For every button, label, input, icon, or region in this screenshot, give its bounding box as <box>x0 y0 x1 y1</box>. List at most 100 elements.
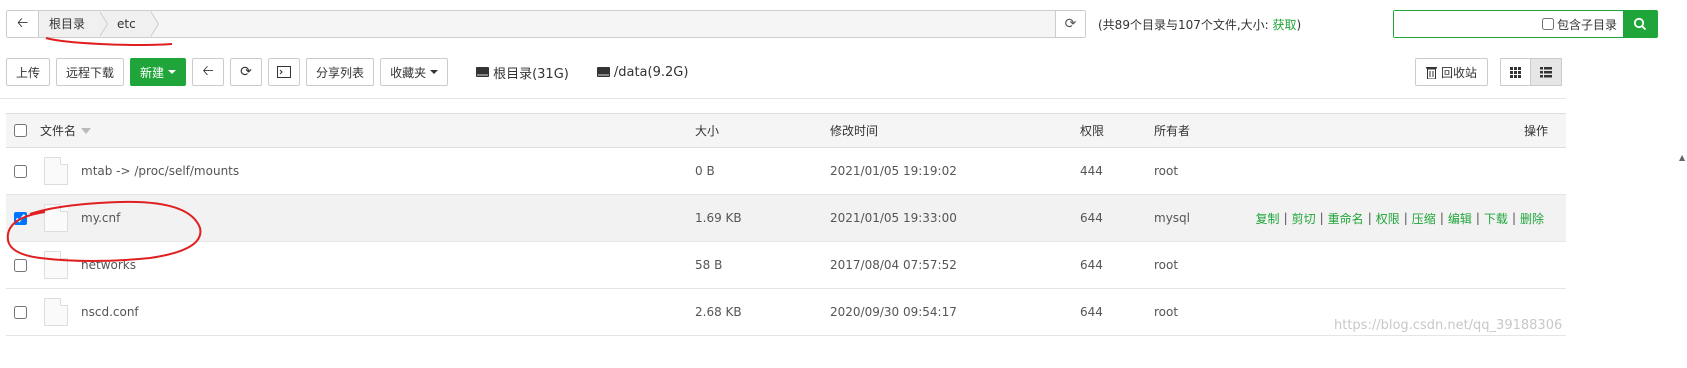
breadcrumb-root[interactable]: 根目录 <box>39 11 109 37</box>
share-list-button[interactable]: 分享列表 <box>306 58 375 86</box>
file-perm[interactable]: 444 <box>1080 148 1103 194</box>
action-separator: | <box>1283 211 1288 225</box>
file-table: 文件名 大小 修改时间 权限 所有者 操作 mtab -> /proc/self… <box>6 113 1566 336</box>
action-delete[interactable]: 删除 <box>1520 210 1544 227</box>
caret-down-icon <box>168 70 177 74</box>
divider <box>0 98 1566 99</box>
file-mtime: 2021/01/05 19:33:00 <box>830 211 957 225</box>
row-select-cell <box>14 148 27 194</box>
table-row[interactable]: my.cnf 1.69 KB 2021/01/05 19:33:00 644 m… <box>6 195 1566 242</box>
header-name-label: 文件名 <box>40 124 77 138</box>
back-arrow-icon: 🡠 <box>202 63 214 79</box>
file-mtime: 2020/09/30 09:54:17 <box>830 305 957 319</box>
search-button[interactable] <box>1623 11 1657 37</box>
favorites-label: 收藏夹 <box>390 65 427 80</box>
include-subdir-option[interactable]: 包含子目录 <box>1541 11 1623 37</box>
file-perm[interactable]: 644 <box>1080 195 1103 241</box>
new-button[interactable]: 新建 <box>130 58 187 86</box>
scrollbar-up-arrow-icon[interactable]: ▲ <box>1679 153 1687 162</box>
header-owner[interactable]: 所有者 <box>1154 114 1190 147</box>
terminal-button[interactable] <box>268 58 301 86</box>
favorites-dropdown[interactable]: 收藏夹 <box>380 58 449 86</box>
table-header: 文件名 大小 修改时间 权限 所有者 操作 <box>6 114 1566 148</box>
fetch-size-link[interactable]: 获取 <box>1273 18 1297 32</box>
file-icon <box>44 204 68 232</box>
row-actions: 复制 | 剪切 | 重命名 | 权限 | 压缩 | 编辑 | 下载 | 删除 <box>1256 195 1544 241</box>
row-checkbox[interactable] <box>14 164 27 178</box>
disk-data[interactable]: /data(9.2G) <box>596 65 688 80</box>
file-size: 58 B <box>695 258 723 272</box>
include-subdir-label: 包含子目录 <box>1556 17 1617 32</box>
table-row[interactable]: nscd.conf 2.68 KB 2020/09/30 09:54:17 64… <box>6 289 1566 336</box>
file-name[interactable]: mtab -> /proc/self/mounts <box>81 148 239 194</box>
file-size: 1.69 KB <box>695 211 742 225</box>
list-view-button[interactable] <box>1531 58 1562 86</box>
upload-button[interactable]: 上传 <box>6 58 51 86</box>
file-size: 0 B <box>695 164 715 178</box>
file-owner[interactable]: root <box>1154 148 1178 194</box>
table-row[interactable]: networks 58 B 2017/08/04 07:57:52 644 ro… <box>6 242 1566 289</box>
include-subdir-checkbox[interactable] <box>1541 18 1554 30</box>
action-permission[interactable]: 权限 <box>1376 210 1400 227</box>
directory-summary-text: (共89个目录与107个文件,大小: <box>1098 18 1273 32</box>
go-back-button[interactable]: 🡠 <box>192 58 225 86</box>
action-cut[interactable]: 剪切 <box>1292 210 1316 227</box>
path-bar: 🡠 根目录 etc ⟳ <box>6 10 1086 38</box>
file-owner[interactable]: mysql <box>1154 195 1190 241</box>
new-button-label: 新建 <box>140 65 165 80</box>
caret-down-icon <box>430 70 439 74</box>
file-owner[interactable]: root <box>1154 242 1178 288</box>
recycle-bin-button[interactable]: 回收站 <box>1415 58 1489 86</box>
path-input-area[interactable] <box>149 11 1055 37</box>
action-edit[interactable]: 编辑 <box>1448 210 1472 227</box>
directory-summary-close: ) <box>1296 18 1302 32</box>
header-size[interactable]: 大小 <box>695 114 719 147</box>
refresh-icon[interactable]: ⟳ <box>1055 11 1085 37</box>
annotation-underline <box>45 37 173 46</box>
row-icon-cell <box>44 242 68 288</box>
terminal-icon <box>277 66 292 78</box>
list-icon <box>1540 66 1552 77</box>
file-mtime: 2017/08/04 07:57:52 <box>830 258 957 272</box>
trash-icon <box>1426 66 1437 79</box>
disk-root-label: 根目录(31G) <box>493 66 569 82</box>
refresh-button[interactable]: ⟳ <box>230 58 263 86</box>
search-input[interactable] <box>1394 11 1542 37</box>
action-separator: | <box>1403 211 1408 225</box>
refresh-icon: ⟳ <box>240 64 252 80</box>
file-name[interactable]: nscd.conf <box>81 289 139 335</box>
directory-summary: (共89个目录与107个文件,大小: 获取) <box>1098 16 1301 33</box>
row-select-cell <box>14 289 27 335</box>
row-icon-cell <box>44 148 68 194</box>
header-perm[interactable]: 权限 <box>1080 114 1104 147</box>
disk-root[interactable]: 根目录(31G) <box>476 63 569 82</box>
select-all-checkbox[interactable] <box>14 124 27 137</box>
file-name[interactable]: my.cnf <box>81 195 120 241</box>
row-icon-cell <box>44 195 68 241</box>
row-checkbox[interactable] <box>14 305 27 319</box>
action-rename[interactable]: 重命名 <box>1328 210 1364 227</box>
remote-download-button[interactable]: 远程下载 <box>56 58 125 86</box>
file-perm[interactable]: 644 <box>1080 242 1103 288</box>
grid-view-button[interactable] <box>1500 58 1531 86</box>
row-icon-cell <box>44 289 68 335</box>
header-name[interactable]: 文件名 <box>40 114 92 147</box>
row-select-cell <box>14 242 27 288</box>
file-icon <box>44 251 68 279</box>
file-name[interactable]: networks <box>81 242 136 288</box>
action-separator: | <box>1475 211 1480 225</box>
action-copy[interactable]: 复制 <box>1256 210 1280 227</box>
file-mtime: 2021/01/05 19:19:02 <box>830 164 957 178</box>
table-row[interactable]: mtab -> /proc/self/mounts 0 B 2021/01/05… <box>6 148 1566 195</box>
hard-disk-icon <box>596 67 610 77</box>
row-checkbox[interactable] <box>14 258 27 272</box>
hard-disk-icon <box>476 67 490 77</box>
action-download[interactable]: 下载 <box>1484 210 1508 227</box>
row-checkbox[interactable] <box>14 211 27 225</box>
file-toolbar: 上传 远程下载 新建 🡠 ⟳ 分享列表 收藏夹 根目录(31G) /data(9… <box>6 58 688 86</box>
file-perm[interactable]: 644 <box>1080 289 1103 335</box>
back-arrow-icon[interactable]: 🡠 <box>7 11 39 37</box>
header-mtime[interactable]: 修改时间 <box>830 114 878 147</box>
action-compress[interactable]: 压缩 <box>1412 210 1436 227</box>
file-owner[interactable]: root <box>1154 289 1178 335</box>
